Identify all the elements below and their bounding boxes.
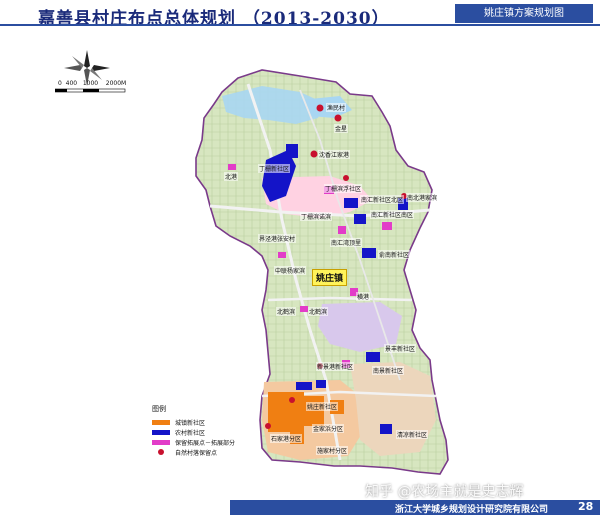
- place-label: 南汇新社区南区: [370, 210, 415, 219]
- place-label: 南汇湾顶里: [330, 238, 363, 247]
- expansion-block: [228, 164, 236, 170]
- village-point: [334, 114, 342, 122]
- place-label: 丁栅滨浮社区: [324, 184, 363, 193]
- rural-community-block: [354, 214, 366, 224]
- legend-swatch: [152, 419, 170, 425]
- place-label: 金星: [334, 124, 349, 133]
- place-label: 南景新社区: [372, 366, 405, 375]
- place-label: 姚庄新社区: [306, 402, 339, 411]
- expansion-block: [338, 226, 346, 234]
- rural-community-block: [380, 424, 392, 434]
- place-label: 沈香江家港: [318, 150, 351, 159]
- page-number: 28: [578, 500, 594, 513]
- place-label: 北港: [224, 172, 239, 181]
- rural-community-block: [286, 144, 298, 158]
- legend-label: 农村新社区: [175, 429, 206, 437]
- rural-community-block: [296, 382, 312, 390]
- village-point: [310, 150, 318, 158]
- place-label: 渔民村: [326, 103, 347, 112]
- legend-item: 城镇新社区: [152, 417, 235, 427]
- rural-community-block: [316, 380, 326, 388]
- legend-item: 农村新社区: [152, 427, 235, 437]
- legend-swatch: [152, 429, 170, 435]
- place-label: 丁栅滨诺滨: [300, 212, 333, 221]
- map-legend: 图例 城镇新社区 农村新社区 保留拓展点－拓展部分 自然村落保留点: [152, 404, 235, 457]
- expansion-block: [300, 306, 308, 312]
- legend-title: 图例: [152, 405, 166, 413]
- place-label: 中联杨家滨: [274, 266, 307, 275]
- village-point: [316, 104, 324, 112]
- place-label: 施家村分区: [316, 446, 349, 455]
- village-point: [289, 397, 295, 403]
- place-label: 北鹤滨: [276, 307, 297, 316]
- legend-swatch: [158, 449, 164, 455]
- town-community-block: [268, 392, 304, 432]
- village-point: [265, 423, 271, 429]
- legend-item: 自然村落保留点: [152, 447, 235, 457]
- village-point: [343, 175, 349, 181]
- legend-item: 保留拓展点－拓展部分: [152, 437, 235, 447]
- place-label: 金家浜分区: [312, 424, 345, 433]
- rural-community-block: [344, 198, 358, 208]
- place-label: 新景港新社区: [316, 362, 355, 371]
- place-label: 石家港分区: [270, 434, 303, 443]
- place-label: 南汇新社区北区: [360, 195, 405, 204]
- rural-community-block: [362, 248, 376, 258]
- expansion-block: [382, 222, 392, 230]
- expansion-block: [278, 252, 286, 258]
- footer-org: 浙江大学城乡规划设计研究院有限公司: [395, 505, 549, 515]
- place-label: 俞南新社区: [378, 250, 411, 259]
- legend-label: 自然村落保留点: [175, 449, 218, 457]
- rural-community-block: [366, 352, 380, 362]
- place-label: 北鹤滨: [308, 307, 329, 316]
- town-community-block: [304, 396, 324, 426]
- legend-swatch: [152, 439, 170, 445]
- place-label: 景丰新社区: [384, 344, 417, 353]
- place-label: 界泾港张安村: [258, 234, 297, 243]
- place-label: 南北港家滨: [406, 193, 439, 202]
- legend-label: 城镇新社区: [175, 419, 206, 427]
- legend-label: 保留拓展点－拓展部分: [175, 439, 236, 447]
- town-label: 姚庄镇: [312, 269, 348, 286]
- place-label: 丁栅新社区: [258, 164, 291, 173]
- watermark: 知乎 @农场主就是史志辉: [365, 484, 524, 500]
- built-up-area: [350, 362, 436, 456]
- place-label: 横港: [356, 292, 371, 301]
- place-label: 清凉新社区: [396, 430, 429, 439]
